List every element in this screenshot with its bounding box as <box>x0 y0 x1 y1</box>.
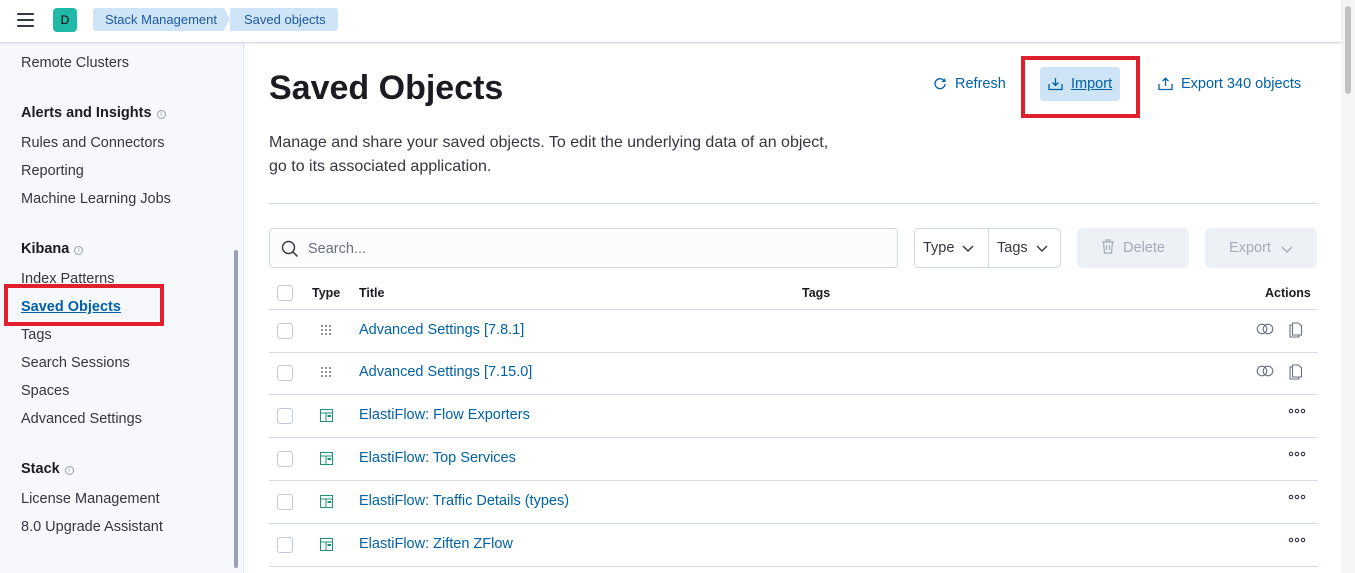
highlight-box-import <box>1021 56 1140 118</box>
chevron-down-icon <box>1036 245 1048 252</box>
more-actions-icon[interactable] <box>1288 494 1306 500</box>
select-all-checkbox[interactable] <box>277 285 293 301</box>
sidebar-item-spaces[interactable]: Spaces <box>21 383 69 399</box>
config-icon <box>321 367 331 377</box>
search-icon <box>281 240 299 258</box>
table-row: ElastiFlow: Ziften ZFlow <box>269 524 1318 567</box>
sidebar-item-remote-clusters[interactable]: Remote Clusters <box>21 55 129 71</box>
export-selected-button[interactable]: Export <box>1205 228 1317 268</box>
breadcrumb-stack-management[interactable]: Stack Management <box>93 8 232 31</box>
table-header: Type Title Tags Actions <box>269 279 1318 310</box>
object-title-link[interactable]: ElastiFlow: Ziften ZFlow <box>359 536 513 552</box>
page-description: Manage and share your saved objects. To … <box>269 134 829 175</box>
object-title-link[interactable]: ElastiFlow: Top Services <box>359 450 516 466</box>
sidebar-nav: Remote Clusters Alerts and Insights i Rul… <box>0 43 244 573</box>
object-title-link[interactable]: ElastiFlow: Flow Exporters <box>359 407 530 423</box>
inspect-icon[interactable] <box>1289 364 1303 380</box>
sidebar-section-kibana: Kibana i <box>21 241 84 257</box>
object-title-link[interactable]: Advanced Settings [7.15.0] <box>359 364 532 380</box>
sidebar-item-tags[interactable]: Tags <box>21 327 52 343</box>
table-row: ElastiFlow: Flow Exporters <box>269 395 1318 438</box>
trash-icon <box>1102 239 1115 254</box>
sidebar-item-reporting[interactable]: Reporting <box>21 163 84 179</box>
main-content: Saved Objects Refresh Import Export 340 … <box>245 43 1341 573</box>
inspect-icon[interactable] <box>1289 322 1303 338</box>
info-icon: i <box>74 246 84 255</box>
info-icon: i <box>64 466 74 475</box>
row-checkbox[interactable] <box>277 365 293 381</box>
menu-icon[interactable] <box>17 13 34 27</box>
row-checkbox[interactable] <box>277 323 293 339</box>
sidebar-item-search-sessions[interactable]: Search Sessions <box>21 355 130 371</box>
config-icon <box>321 325 331 335</box>
table-row: ElastiFlow: Top Services <box>269 438 1318 481</box>
column-type[interactable]: Type <box>312 286 340 300</box>
divider <box>269 203 1318 204</box>
export-icon <box>1158 77 1173 91</box>
column-title[interactable]: Title <box>359 286 384 300</box>
dashboard-icon <box>320 452 333 465</box>
top-header: D Stack Management Saved objects <box>0 0 1341 43</box>
refresh-icon <box>934 78 946 90</box>
page-title: Saved Objects <box>269 69 504 107</box>
chevron-down-icon <box>1281 246 1293 253</box>
breadcrumb-saved-objects: Saved objects <box>230 8 338 31</box>
sidebar-item-upgrade-assistant[interactable]: 8.0 Upgrade Assistant <box>21 519 163 535</box>
search-box[interactable] <box>269 228 898 268</box>
more-actions-icon[interactable] <box>1288 537 1306 543</box>
type-filter-button[interactable]: Type <box>923 229 974 267</box>
filter-group: Type Tags <box>914 228 1061 268</box>
more-actions-icon[interactable] <box>1288 408 1306 414</box>
row-checkbox[interactable] <box>277 451 293 467</box>
sidebar-section-alerts: Alerts and Insights i <box>21 105 166 121</box>
search-input[interactable] <box>308 238 868 260</box>
tags-filter-button[interactable]: Tags <box>997 229 1048 267</box>
sidebar-item-ml-jobs[interactable]: Machine Learning Jobs <box>21 191 171 207</box>
object-title-link[interactable]: ElastiFlow: Traffic Details (types) <box>359 493 569 509</box>
table-row: Advanced Settings [7.15.0] <box>269 352 1318 395</box>
dashboard-icon <box>320 409 333 422</box>
dashboard-icon <box>320 538 333 551</box>
info-icon: i <box>156 110 166 119</box>
column-actions: Actions <box>1265 286 1311 300</box>
sidebar-section-stack: Stack i <box>21 461 74 477</box>
relationships-icon[interactable] <box>1256 323 1274 335</box>
table-row: ElastiFlow: Traffic Details (types) <box>269 481 1318 524</box>
row-checkbox[interactable] <box>277 537 293 553</box>
dashboard-icon <box>320 495 333 508</box>
chevron-down-icon <box>962 245 974 252</box>
delete-button[interactable]: Delete <box>1077 228 1189 268</box>
export-all-button[interactable]: Export 340 objects <box>1158 67 1301 101</box>
filter-divider <box>988 229 989 267</box>
page-scrollbar[interactable] <box>1341 0 1355 573</box>
table-row: Advanced Settings [7.8.1] <box>269 310 1318 353</box>
highlight-box-saved-objects <box>4 284 164 326</box>
row-checkbox[interactable] <box>277 408 293 424</box>
relationships-icon[interactable] <box>1256 365 1274 377</box>
sidebar-item-rules-connectors[interactable]: Rules and Connectors <box>21 135 164 151</box>
sidebar-item-license-management[interactable]: License Management <box>21 491 160 507</box>
column-tags: Tags <box>802 286 831 300</box>
more-actions-icon[interactable] <box>1288 451 1306 457</box>
refresh-button[interactable]: Refresh <box>933 67 1006 101</box>
sidebar-item-advanced-settings[interactable]: Advanced Settings <box>21 411 142 427</box>
object-title-link[interactable]: Advanced Settings [7.8.1] <box>359 322 524 338</box>
sidebar-scrollbar[interactable] <box>234 250 238 568</box>
row-checkbox[interactable] <box>277 494 293 510</box>
space-avatar[interactable]: D <box>53 8 77 32</box>
